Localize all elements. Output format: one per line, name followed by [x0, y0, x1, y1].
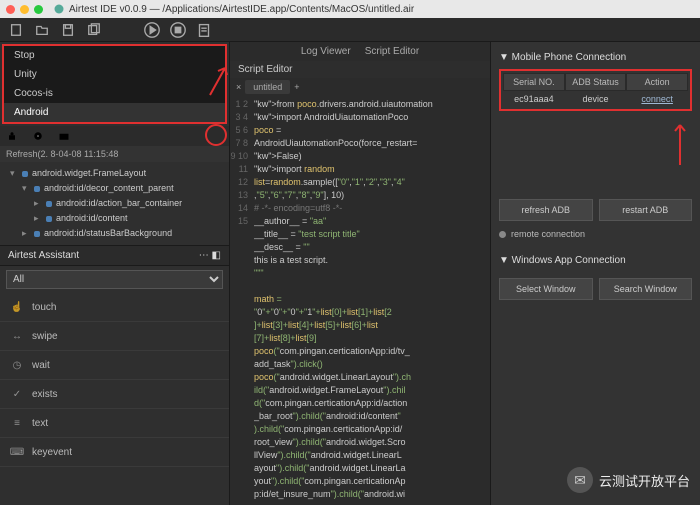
- check-icon: ✓: [10, 387, 24, 401]
- center-panel: Log Viewer Script Editor Script Editor ×…: [230, 42, 490, 505]
- lock-button[interactable]: [0, 126, 24, 146]
- text-icon: ≡: [10, 416, 24, 430]
- tree-item[interactable]: android:id/action_bar_container: [2, 196, 227, 211]
- assistant-filter[interactable]: All: [6, 270, 223, 289]
- close-icon[interactable]: [6, 5, 15, 14]
- editor-header: Script Editor: [230, 61, 490, 78]
- left-panel: Stop Unity Cocos-is Android Refresh(2. 8…: [0, 42, 230, 505]
- menu-icon[interactable]: ⋯ ◧: [199, 250, 221, 261]
- report-button[interactable]: [192, 20, 216, 40]
- windows-connection-title: ▼ Windows App Connection: [499, 251, 692, 270]
- restart-adb-button[interactable]: restart ADB: [599, 199, 693, 221]
- tree-item[interactable]: android:id/content: [2, 211, 227, 226]
- file-tab-untitled[interactable]: untitled: [245, 80, 290, 94]
- dropdown-unity[interactable]: Unity: [4, 65, 225, 84]
- wechat-icon: ✉: [567, 467, 593, 493]
- minimize-icon[interactable]: [20, 5, 29, 14]
- run-button[interactable]: [140, 20, 164, 40]
- right-panel: ▼ Mobile Phone Connection Serial NO. ADB…: [490, 42, 700, 505]
- main-toolbar: [0, 18, 700, 42]
- col-action: Action: [626, 73, 688, 91]
- assist-touch[interactable]: ☝touch: [0, 293, 229, 322]
- tab-script-editor[interactable]: Script Editor: [365, 46, 419, 57]
- dropdown-android[interactable]: Android: [4, 103, 225, 122]
- dropdown-stop[interactable]: Stop: [4, 46, 225, 65]
- stop-button[interactable]: [166, 20, 190, 40]
- device-serial: ec91aaa4: [503, 91, 565, 107]
- assist-text[interactable]: ≡text: [0, 409, 229, 438]
- assistant-header: Airtest Assistant ⋯ ◧: [0, 245, 229, 266]
- new-file-button[interactable]: [4, 20, 28, 40]
- search-window-button[interactable]: Search Window: [599, 278, 693, 300]
- connect-button[interactable]: connect: [626, 91, 688, 107]
- app-icon: [53, 3, 65, 15]
- tree-item[interactable]: android:id/decor_content_parent: [2, 181, 227, 196]
- center-tabs: Log Viewer Script Editor: [230, 42, 490, 61]
- assist-exists[interactable]: ✓exists: [0, 380, 229, 409]
- save-button[interactable]: [56, 20, 80, 40]
- window-title: Airtest IDE v0.0.9 — /Applications/Airte…: [69, 4, 414, 15]
- target-button[interactable]: [26, 126, 50, 146]
- code-editor[interactable]: 1 2 3 4 5 6 7 8 9 10 11 12 13 14 15 "kw"…: [230, 96, 490, 505]
- phone-connection-title: ▼ Mobile Phone Connection: [499, 48, 692, 67]
- select-window-button[interactable]: Select Window: [499, 278, 593, 300]
- camera-button[interactable]: [52, 126, 76, 146]
- refresh-adb-button[interactable]: refresh ADB: [499, 199, 593, 221]
- device-status: device: [565, 91, 627, 107]
- device-row[interactable]: ec91aaa4 device connect: [503, 91, 688, 107]
- tree-item[interactable]: android:id/statusBarBackground: [2, 226, 227, 241]
- refresh-bar[interactable]: Refresh(2. 8-04-08 11:15:48: [0, 146, 229, 162]
- key-icon: ⌨: [10, 445, 24, 459]
- assist-swipe[interactable]: ↔swipe: [0, 322, 229, 351]
- ui-tree: android.widget.FrameLayout android:id/de…: [0, 162, 229, 245]
- assist-keyevent[interactable]: ⌨keyevent: [0, 438, 229, 467]
- remote-connection[interactable]: remote connection: [499, 229, 692, 239]
- swipe-icon: ↔: [10, 329, 24, 343]
- window-controls: [6, 5, 43, 14]
- hand-icon: ☝: [10, 300, 24, 314]
- assistant-list: ☝touch ↔swipe ◷wait ✓exists ≡text ⌨keyev…: [0, 293, 229, 505]
- new-tab-button[interactable]: +: [294, 82, 299, 92]
- tab-log-viewer[interactable]: Log Viewer: [301, 46, 351, 57]
- maximize-icon[interactable]: [34, 5, 43, 14]
- save-all-button[interactable]: [82, 20, 106, 40]
- col-status: ADB Status: [565, 73, 627, 91]
- assist-wait[interactable]: ◷wait: [0, 351, 229, 380]
- watermark: ✉ 云测试开放平台: [567, 467, 690, 493]
- clock-icon: ◷: [10, 358, 24, 372]
- device-table: Serial NO. ADB Status Action ec91aaa4 de…: [499, 69, 692, 111]
- tree-root[interactable]: android.widget.FrameLayout: [2, 166, 227, 181]
- titlebar: Airtest IDE v0.0.9 — /Applications/Airte…: [0, 0, 700, 18]
- platform-dropdown[interactable]: Stop Unity Cocos-is Android: [2, 44, 227, 124]
- col-serial: Serial NO.: [503, 73, 565, 91]
- dropdown-cocos[interactable]: Cocos-is: [4, 84, 225, 103]
- annotation-circle: [205, 124, 227, 146]
- open-button[interactable]: [30, 20, 54, 40]
